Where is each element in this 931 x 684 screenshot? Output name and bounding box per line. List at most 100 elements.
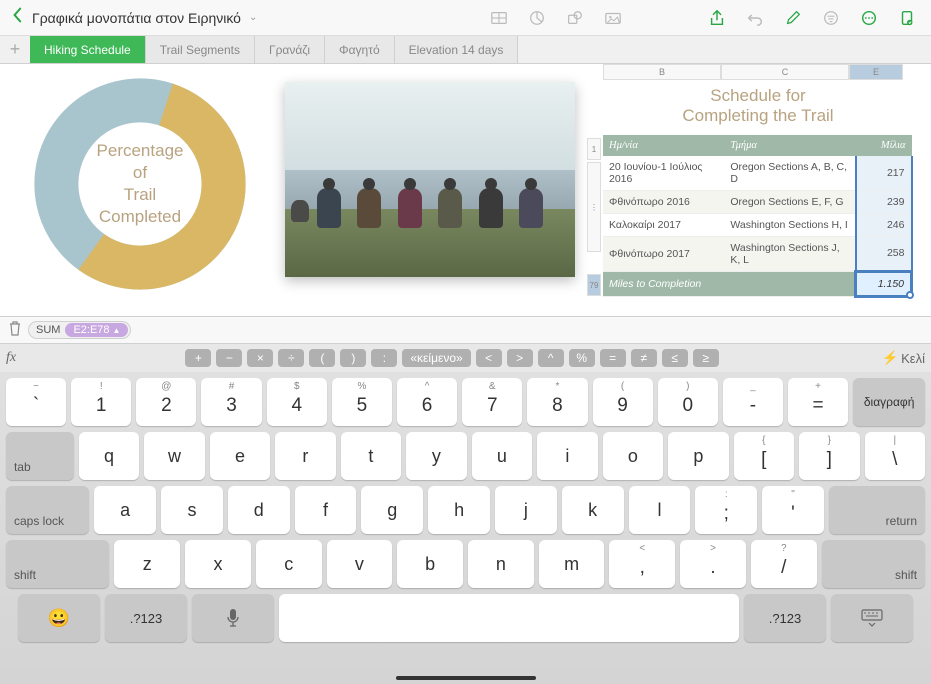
op-text[interactable]: «κείμενο» — [402, 349, 470, 367]
key-tab[interactable]: tab — [6, 432, 74, 480]
key-j[interactable]: j — [495, 486, 557, 534]
table-total-row[interactable]: Miles to Completion 1.150 — [603, 271, 912, 296]
key-c[interactable]: c — [256, 540, 322, 588]
key-5[interactable]: %5 — [332, 378, 392, 426]
key-d[interactable]: d — [228, 486, 290, 534]
key-i[interactable]: i — [537, 432, 597, 480]
key-`[interactable]: ~` — [6, 378, 66, 426]
trash-icon[interactable] — [8, 320, 22, 341]
share-icon[interactable] — [705, 6, 729, 30]
column-header-b[interactable]: B — [603, 64, 721, 80]
table-icon[interactable] — [487, 6, 511, 30]
key-e[interactable]: e — [210, 432, 270, 480]
chart-icon[interactable] — [525, 6, 549, 30]
tab-gear[interactable]: Γρανάζι — [255, 36, 325, 63]
key-2[interactable]: @2 — [136, 378, 196, 426]
key-'[interactable]: "' — [762, 486, 824, 534]
op-lt[interactable]: < — [476, 349, 502, 367]
key-mic[interactable] — [192, 594, 274, 642]
add-sheet-button[interactable]: + — [0, 36, 30, 63]
key-hide-keyboard[interactable] — [831, 594, 913, 642]
more-icon[interactable] — [857, 6, 881, 30]
key-][interactable]: }] — [799, 432, 859, 480]
table-row[interactable]: Φθινόπωρο 2017Washington Sections J, K, … — [603, 236, 912, 271]
key-shift-right[interactable]: shift — [822, 540, 925, 588]
op-gt[interactable]: > — [507, 349, 533, 367]
key-o[interactable]: o — [603, 432, 663, 480]
filter-icon[interactable] — [819, 6, 843, 30]
key-6[interactable]: ^6 — [397, 378, 457, 426]
key-9[interactable]: (9 — [593, 378, 653, 426]
key-z[interactable]: z — [114, 540, 180, 588]
undo-icon[interactable] — [743, 6, 767, 30]
key-y[interactable]: y — [406, 432, 466, 480]
key-l[interactable]: l — [629, 486, 691, 534]
key-.[interactable]: >. — [680, 540, 746, 588]
key-x[interactable]: x — [185, 540, 251, 588]
key-delete[interactable]: διαγραφή — [853, 378, 925, 426]
shape-icon[interactable] — [563, 6, 587, 30]
op-plus[interactable]: + — [185, 349, 211, 367]
tab-food[interactable]: Φαγητό — [325, 36, 395, 63]
key-[[interactable]: {[ — [734, 432, 794, 480]
column-header-e[interactable]: E — [849, 64, 903, 80]
cell-reference-button[interactable]: ⚡ Κελί — [882, 350, 925, 366]
key-n[interactable]: n — [468, 540, 534, 588]
tab-trail-segments[interactable]: Trail Segments — [146, 36, 255, 63]
key-\[interactable]: |\ — [865, 432, 925, 480]
back-button[interactable] — [8, 6, 26, 29]
op-times[interactable]: × — [247, 349, 273, 367]
key-0[interactable]: )0 — [658, 378, 718, 426]
cell-handle[interactable] — [906, 291, 914, 299]
key-s[interactable]: s — [161, 486, 223, 534]
op-ne[interactable]: ≠ — [631, 349, 657, 367]
key-k[interactable]: k — [562, 486, 624, 534]
key-capslock[interactable]: caps lock — [6, 486, 89, 534]
op-percent[interactable]: % — [569, 349, 595, 367]
key-a[interactable]: a — [94, 486, 156, 534]
document-icon[interactable] — [895, 6, 919, 30]
schedule-table[interactable]: 1 ⋮ 79 B C E Schedule forCompleting the … — [603, 64, 913, 298]
key-t[interactable]: t — [341, 432, 401, 480]
key-return[interactable]: return — [829, 486, 925, 534]
key-1[interactable]: !1 — [71, 378, 131, 426]
key-f[interactable]: f — [295, 486, 357, 534]
key-3[interactable]: #3 — [201, 378, 261, 426]
key-v[interactable]: v — [327, 540, 393, 588]
tab-elevation[interactable]: Elevation 14 days — [395, 36, 519, 63]
title-chevron-icon[interactable]: ⌄ — [249, 12, 257, 23]
key-8[interactable]: *8 — [527, 378, 587, 426]
op-rparen[interactable]: ) — [340, 349, 366, 367]
spreadsheet-canvas[interactable]: Percentage of Trail Completed 1 ⋮ 79 B C… — [0, 64, 931, 316]
row-number[interactable]: 79 — [587, 274, 601, 296]
op-colon[interactable]: : — [371, 349, 397, 367]
key-7[interactable]: &7 — [462, 378, 522, 426]
photo-image[interactable] — [285, 82, 575, 277]
key-symbols-left[interactable]: .?123 — [105, 594, 187, 642]
key-,[interactable]: <, — [609, 540, 675, 588]
op-le[interactable]: ≤ — [662, 349, 688, 367]
table-row[interactable]: Καλοκαίρι 2017Washington Sections H, I24… — [603, 213, 912, 236]
op-caret[interactable]: ^ — [538, 349, 564, 367]
op-lparen[interactable]: ( — [309, 349, 335, 367]
donut-chart[interactable]: Percentage of Trail Completed — [10, 74, 270, 304]
key-h[interactable]: h — [428, 486, 490, 534]
home-indicator[interactable] — [396, 676, 536, 680]
key-w[interactable]: w — [144, 432, 204, 480]
op-ge[interactable]: ≥ — [693, 349, 719, 367]
media-icon[interactable] — [601, 6, 625, 30]
key-m[interactable]: m — [539, 540, 605, 588]
key-;[interactable]: :; — [695, 486, 757, 534]
key-/[interactable]: ?/ — [751, 540, 817, 588]
selected-cell[interactable]: 1.150 — [856, 271, 912, 296]
table-row[interactable]: Φθινόπωρο 2016Oregon Sections E, F, G239 — [603, 190, 912, 213]
formula-chip[interactable]: SUM E2:E78 ▲ — [28, 321, 131, 339]
fx-label[interactable]: fx — [6, 350, 16, 366]
brush-icon[interactable] — [781, 6, 805, 30]
range-token[interactable]: E2:E78 ▲ — [65, 323, 128, 337]
op-eq[interactable]: = — [600, 349, 626, 367]
key-g[interactable]: g — [361, 486, 423, 534]
row-number[interactable]: 1 — [587, 138, 601, 160]
key-symbols-right[interactable]: .?123 — [744, 594, 826, 642]
key-r[interactable]: r — [275, 432, 335, 480]
